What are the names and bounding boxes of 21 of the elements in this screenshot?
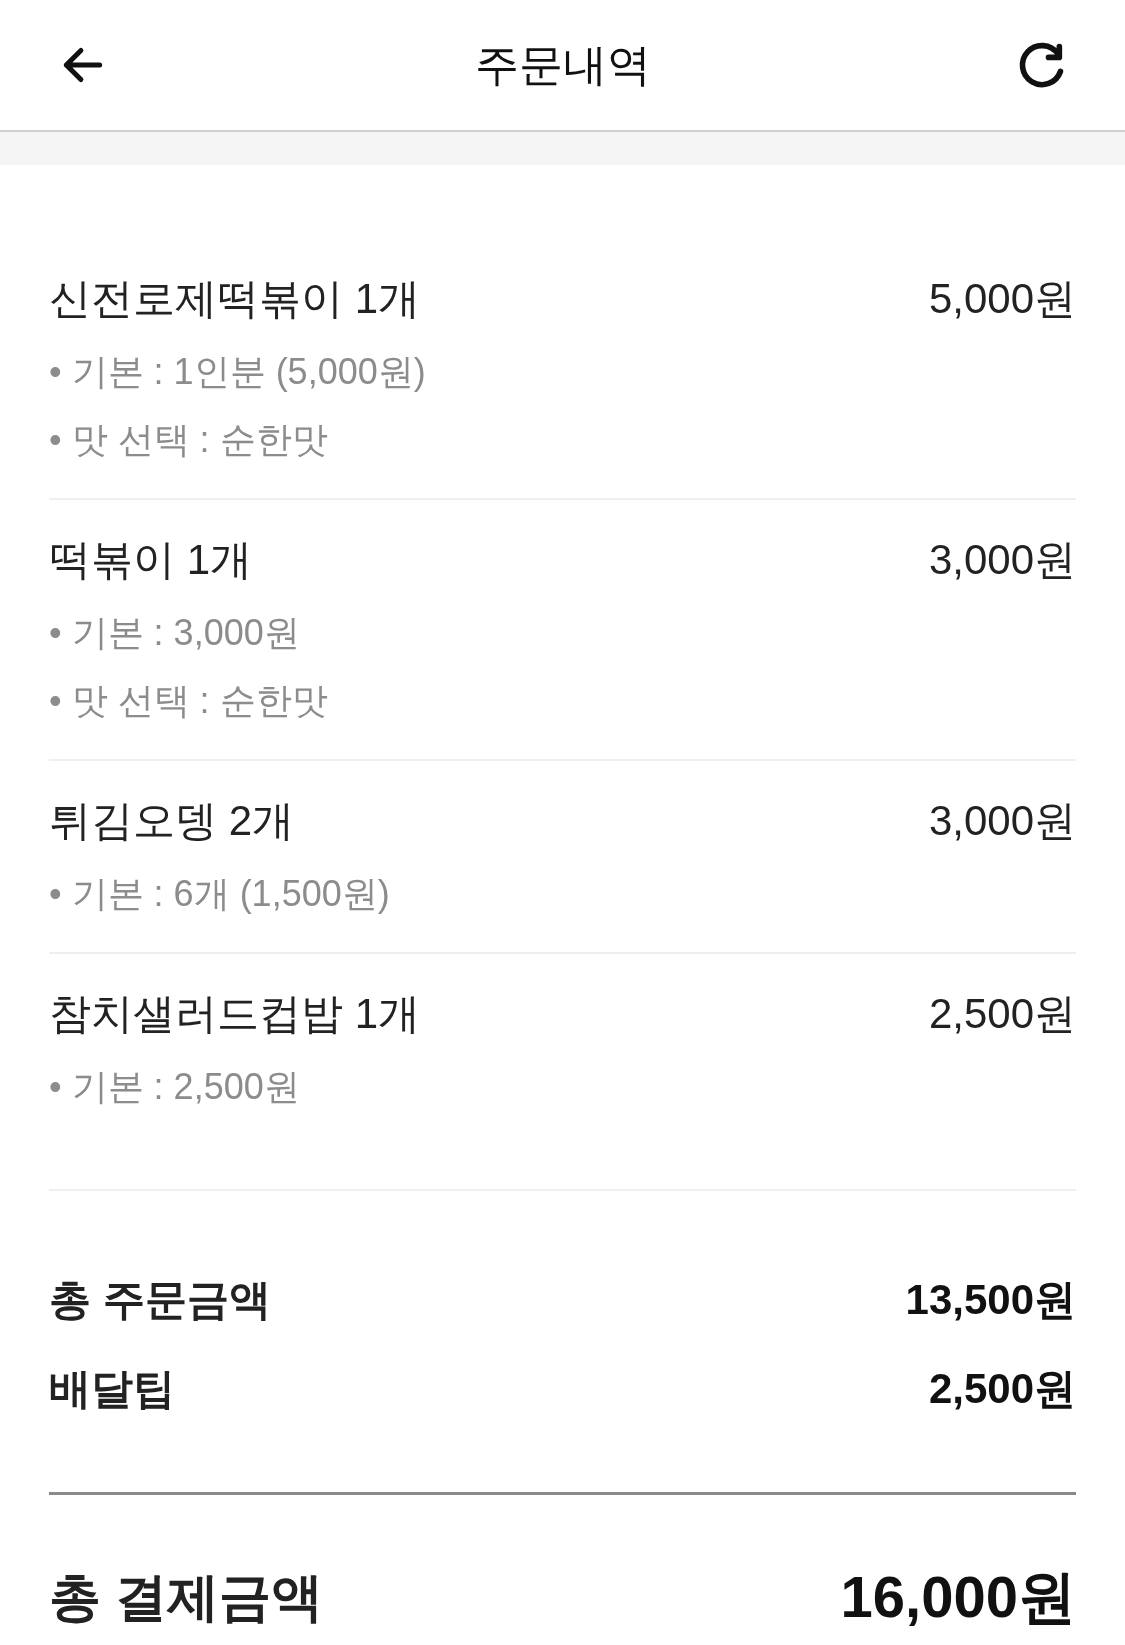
menu-item-name: 떡볶이 1개 [49,535,253,585]
menu-item-name: 참치샐러드컵밥 1개 [49,989,421,1039]
total-label: 총 결제금액 [49,1567,324,1628]
option-text: • 맛 선택 : 순한맛 [49,679,328,723]
menu-item-name: 튀김오뎅 2개 [49,796,295,846]
summary-label: 배달팁 [49,1364,175,1414]
option-text: • 기본 : 1인분 (5,000원) [49,350,426,394]
option-text: • 기본 : 3,000원 [49,611,300,655]
menu-item-price: 2,500원 [928,989,1076,1039]
option-text: • 기본 : 6개 (1,500원) [49,872,390,916]
summary-value: 2,500원 [928,1364,1076,1414]
option-text: • 맛 선택 : 순한맛 [49,418,328,462]
summary-label: 총 주문금액 [49,1275,271,1325]
option-text: • 기본 : 2,500원 [49,1065,300,1109]
menu-item-price: 3,000원 [928,796,1076,846]
menu-item-price: 5,000원 [928,274,1076,324]
page-title: 주문내역 [474,43,651,87]
total-value: 16,000원 [840,1563,1076,1631]
menu-item-name: 신전로제떡볶이 1개 [49,274,421,324]
summary-value: 13,500원 [905,1275,1076,1325]
menu-item-price: 3,000원 [928,535,1076,585]
